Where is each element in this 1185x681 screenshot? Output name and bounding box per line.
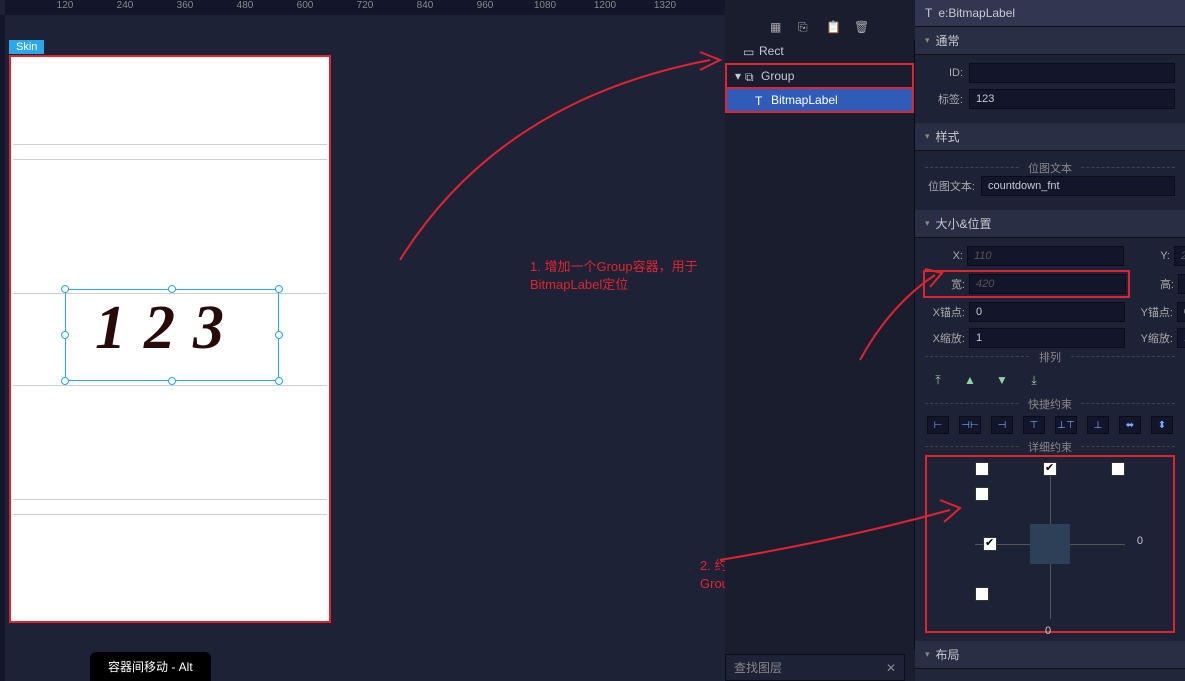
- section-size-position[interactable]: 大小&位置: [915, 210, 1185, 238]
- id-label: ID:: [925, 67, 963, 79]
- constraint-hcenter-icon[interactable]: ⊣⊢: [959, 416, 981, 434]
- section-layout[interactable]: 布局: [915, 641, 1185, 669]
- canvas-area: 120 240 360 480 600 720 840 960 1080 120…: [0, 0, 725, 681]
- width-input[interactable]: [969, 274, 1126, 294]
- tag-input[interactable]: [969, 89, 1175, 109]
- constraint-top-icon[interactable]: ⊤: [1023, 416, 1045, 434]
- tree-item-group[interactable]: ▾ ⧉ Group: [725, 63, 914, 89]
- arrange-send-back-icon[interactable]: ⤓: [1025, 371, 1043, 389]
- inspector-title: T e:BitmapLabel: [915, 0, 1185, 27]
- constraint-left-check[interactable]: [983, 537, 997, 551]
- arrange-bring-front-icon[interactable]: ⤒: [929, 371, 947, 389]
- constraint-left-icon[interactable]: ⊢: [927, 416, 949, 434]
- skin-tag[interactable]: Skin: [9, 40, 44, 54]
- x-input[interactable]: [967, 246, 1124, 266]
- bitmaptext-label: 位图文本:: [925, 178, 975, 194]
- tree-item-bitmaplabel[interactable]: T BitmapLabel: [725, 89, 914, 113]
- quick-constraints: ⊢ ⊣⊢ ⊣ ⊤ ⊥⊤ ⊥ ⬌ ⬍: [925, 412, 1175, 438]
- ruler-horizontal: 120 240 360 480 600 720 840 960 1080 120…: [5, 0, 725, 15]
- trash-icon[interactable]: 🗑: [854, 20, 868, 34]
- tool-icon-1[interactable]: ▦: [770, 20, 784, 34]
- constraint-bottomleft-check[interactable]: [975, 587, 989, 601]
- section-style[interactable]: 样式: [915, 123, 1185, 151]
- anchory-input[interactable]: [1177, 302, 1185, 322]
- scalex-input[interactable]: [969, 328, 1125, 348]
- constraint-top-check[interactable]: [1043, 462, 1057, 476]
- constraint-fill-v-icon[interactable]: ⬍: [1151, 416, 1173, 434]
- detail-constraint-box: 0 0: [925, 455, 1175, 633]
- hierarchy-toolbar: ▦ ⎘ 📋 🗑: [770, 20, 868, 34]
- constraint-right-icon[interactable]: ⊣: [991, 416, 1013, 434]
- group-icon: ⧉: [745, 70, 757, 82]
- paste-icon[interactable]: 📋: [826, 20, 840, 34]
- expand-icon[interactable]: ▾: [735, 69, 741, 83]
- constraint-vcenter-icon[interactable]: ⊥⊤: [1055, 416, 1077, 434]
- height-input[interactable]: [1178, 274, 1185, 294]
- constraint-bottom-icon[interactable]: ⊥: [1087, 416, 1109, 434]
- tree-item-rect[interactable]: ▭ Rect: [725, 40, 914, 63]
- bottom-hint: 容器间移动 - Alt: [90, 652, 211, 681]
- tag-label: 标签:: [925, 91, 963, 107]
- search-layer-input[interactable]: 查找图层 ✕: [725, 654, 905, 681]
- id-input[interactable]: [969, 63, 1175, 83]
- bitmaplabel-type-icon: T: [925, 6, 932, 20]
- bitmaplabel-icon: T: [755, 94, 767, 106]
- y-input[interactable]: [1174, 246, 1185, 266]
- tool-icon-2[interactable]: ⎘: [798, 20, 812, 34]
- constraint-left-outer-check[interactable]: [975, 487, 989, 501]
- close-icon[interactable]: ✕: [886, 661, 896, 675]
- arrange-down-icon[interactable]: ▼: [993, 371, 1011, 389]
- rect-icon: ▭: [743, 45, 755, 57]
- ruler-vertical: [0, 15, 5, 681]
- scaley-input[interactable]: [1177, 328, 1185, 348]
- arrange-up-icon[interactable]: ▲: [961, 371, 979, 389]
- selection-box[interactable]: [65, 289, 279, 381]
- constraint-topleft-check[interactable]: [975, 462, 989, 476]
- section-common[interactable]: 通常: [915, 27, 1185, 55]
- bitmaptext-input[interactable]: [981, 176, 1175, 196]
- constraint-topright-check[interactable]: [1111, 462, 1125, 476]
- annotation-1: 1. 增加一个Group容器，用于BitmapLabel定位: [530, 258, 720, 294]
- constraint-fill-h-icon[interactable]: ⬌: [1119, 416, 1141, 434]
- arrange-icons: ⤒ ▲ ▼ ⤓: [925, 365, 1175, 395]
- hierarchy-panel: ▭ Rect ▾ ⧉ Group T BitmapLabel: [725, 40, 915, 650]
- constraint-center: [1030, 524, 1070, 564]
- inspector-panel: T e:BitmapLabel 通常 ID: 标签: 样式 位图文本 位图文本:…: [915, 0, 1185, 681]
- anchorx-input[interactable]: [969, 302, 1125, 322]
